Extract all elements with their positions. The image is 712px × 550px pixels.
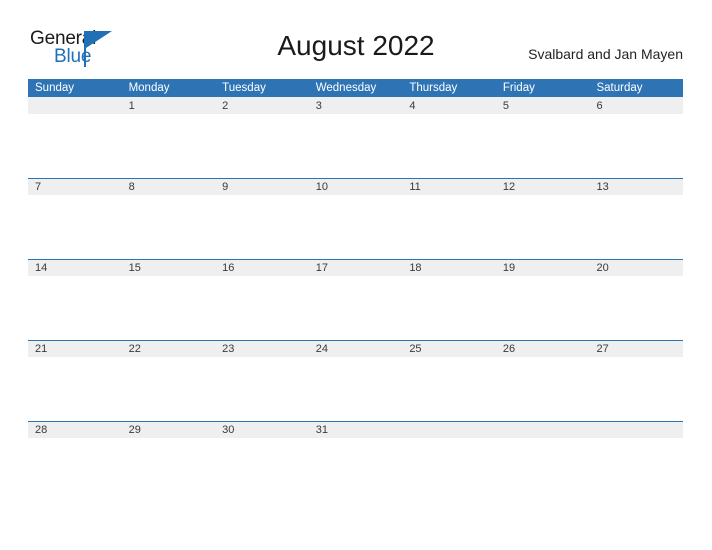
calendar-grid: Sunday Monday Tuesday Wednesday Thursday… xyxy=(28,79,683,502)
week-date-band: 14 15 16 17 18 19 20 xyxy=(28,259,683,276)
day-cell[interactable]: 24 xyxy=(309,341,403,357)
day-cell[interactable]: 25 xyxy=(402,341,496,357)
weekday-sunday: Sunday xyxy=(35,82,75,94)
weekday-saturday: Saturday xyxy=(596,82,643,94)
week-body xyxy=(28,114,683,178)
day-cell[interactable]: 28 xyxy=(28,422,122,438)
day-cell[interactable]: 14 xyxy=(28,260,122,276)
day-cell[interactable]: 30 xyxy=(215,422,309,438)
day-cell[interactable]: 11 xyxy=(402,179,496,195)
day-cell[interactable]: 3 xyxy=(309,98,403,114)
day-cell[interactable]: 9 xyxy=(215,179,309,195)
week-body xyxy=(28,276,683,340)
day-cell[interactable]: 26 xyxy=(496,341,590,357)
day-cell[interactable] xyxy=(402,422,496,438)
weekday-tuesday: Tuesday xyxy=(222,82,266,94)
day-cell[interactable] xyxy=(589,422,683,438)
weekday-monday: Monday xyxy=(128,82,170,94)
day-cell[interactable]: 13 xyxy=(589,179,683,195)
week-body xyxy=(28,195,683,259)
day-cell[interactable]: 20 xyxy=(589,260,683,276)
day-cell[interactable]: 5 xyxy=(496,98,590,114)
week-body xyxy=(28,357,683,421)
day-cell[interactable]: 7 xyxy=(28,179,122,195)
week-body xyxy=(28,438,683,502)
day-cell[interactable]: 12 xyxy=(496,179,590,195)
calendar-page: General Blue August 2022 Svalbard and Ja… xyxy=(0,0,712,550)
day-cell[interactable]: 6 xyxy=(589,98,683,114)
day-cell[interactable] xyxy=(496,422,590,438)
day-cell[interactable]: 31 xyxy=(309,422,403,438)
day-cell[interactable]: 23 xyxy=(215,341,309,357)
week-row: 28 29 30 31 xyxy=(28,421,683,502)
weekday-header-row: Sunday Monday Tuesday Wednesday Thursday… xyxy=(28,79,683,97)
week-row: 1 2 3 4 5 6 xyxy=(28,97,683,178)
region-label: Svalbard and Jan Mayen xyxy=(528,46,683,62)
week-date-band: 7 8 9 10 11 12 13 xyxy=(28,178,683,195)
day-cell[interactable]: 4 xyxy=(402,98,496,114)
day-cell[interactable]: 29 xyxy=(122,422,216,438)
day-cell[interactable]: 15 xyxy=(122,260,216,276)
week-date-band: 21 22 23 24 25 26 27 xyxy=(28,340,683,357)
week-row: 7 8 9 10 11 12 13 xyxy=(28,178,683,259)
week-date-band: 1 2 3 4 5 6 xyxy=(28,97,683,114)
week-row: 14 15 16 17 18 19 20 xyxy=(28,259,683,340)
day-cell[interactable]: 27 xyxy=(589,341,683,357)
day-cell[interactable]: 1 xyxy=(122,98,216,114)
day-cell[interactable]: 18 xyxy=(402,260,496,276)
day-cell[interactable] xyxy=(28,98,122,114)
weekday-friday: Friday xyxy=(502,82,535,94)
day-cell[interactable]: 21 xyxy=(28,341,122,357)
weekday-wednesday: Wednesday xyxy=(315,82,377,94)
day-cell[interactable]: 16 xyxy=(215,260,309,276)
day-cell[interactable]: 10 xyxy=(309,179,403,195)
page-header: General Blue August 2022 Svalbard and Ja… xyxy=(0,0,712,78)
day-cell[interactable]: 19 xyxy=(496,260,590,276)
day-cell[interactable]: 17 xyxy=(309,260,403,276)
week-row: 21 22 23 24 25 26 27 xyxy=(28,340,683,421)
weekday-thursday: Thursday xyxy=(409,82,458,94)
day-cell[interactable]: 22 xyxy=(122,341,216,357)
day-cell[interactable]: 8 xyxy=(122,179,216,195)
week-date-band: 28 29 30 31 xyxy=(28,421,683,438)
day-cell[interactable]: 2 xyxy=(215,98,309,114)
